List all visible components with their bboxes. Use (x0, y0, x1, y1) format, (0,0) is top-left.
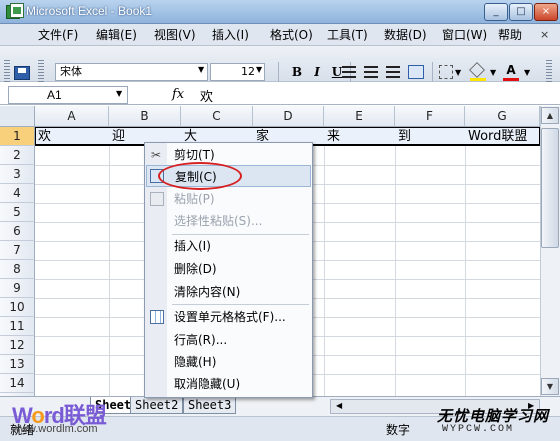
vertical-scroll-thumb[interactable] (541, 128, 559, 248)
save-icon[interactable] (14, 66, 30, 80)
sheet-tab-sheet2[interactable]: Sheet2 (130, 397, 184, 414)
cell-e1[interactable]: 来 (325, 128, 340, 146)
row-header[interactable]: 4 (0, 184, 35, 203)
menu-view[interactable]: 视图(V) (152, 26, 198, 44)
align-center-icon[interactable] (364, 66, 378, 78)
menu-item-paste: 粘贴(P) (174, 192, 215, 206)
chevron-down-icon[interactable]: ▼ (198, 65, 204, 74)
column-header-f[interactable]: F (395, 106, 465, 127)
chevron-down-icon[interactable]: ▼ (256, 65, 262, 74)
row-header[interactable]: 11 (0, 317, 35, 336)
column-header-b[interactable]: B (109, 106, 181, 127)
menu-item-clear-contents[interactable]: 清除内容(N) (146, 281, 311, 303)
borders-icon[interactable] (439, 65, 453, 79)
row-header[interactable]: 14 (0, 374, 35, 393)
column-header-c[interactable]: C (181, 106, 253, 127)
menu-item-hide[interactable]: 隐藏(H) (146, 351, 311, 373)
bold-button[interactable]: B (288, 63, 306, 81)
row-header[interactable]: 7 (0, 241, 35, 260)
highlight-ring (158, 162, 242, 190)
align-right-icon[interactable] (386, 66, 400, 78)
window-title: Microsoft Excel - Book1 (26, 4, 153, 18)
row-header[interactable]: 12 (0, 336, 35, 355)
row-header[interactable]: 2 (0, 146, 35, 165)
row-header[interactable]: 8 (0, 260, 35, 279)
scroll-left-icon[interactable]: ◀ (336, 401, 342, 410)
cell-f1[interactable]: 到 (396, 128, 411, 146)
row-header[interactable]: 6 (0, 222, 35, 241)
select-all-corner[interactable] (0, 106, 35, 127)
sheet-tab-sheet3[interactable]: Sheet3 (183, 397, 237, 414)
scroll-down-icon[interactable]: ▼ (541, 378, 559, 395)
scroll-up-icon[interactable]: ▲ (541, 107, 559, 124)
toolbar-separator (278, 62, 279, 82)
cell-a1[interactable]: 欢 (36, 128, 51, 146)
toolbar-grip-2[interactable] (38, 60, 44, 84)
status-num-lock: 数字 (386, 423, 411, 437)
menu-edit[interactable]: 编辑(E) (94, 26, 139, 44)
menu-insert[interactable]: 插入(I) (210, 26, 251, 44)
menu-item-paste-special: 选择性粘贴(S)... (174, 214, 263, 228)
column-header-a[interactable]: A (35, 106, 109, 127)
menu-help[interactable]: 帮助(H) (496, 26, 540, 44)
menu-item-insert[interactable]: 插入(I) (146, 235, 311, 257)
wypcw-watermark-url: WYPCW.COM (442, 424, 515, 435)
menu-tools[interactable]: 工具(T) (325, 26, 370, 44)
menu-item-delete[interactable]: 删除(D) (146, 258, 311, 280)
name-box[interactable]: A1 (8, 86, 128, 104)
merge-center-icon[interactable] (408, 65, 424, 79)
chevron-down-icon[interactable]: ▼ (524, 68, 530, 77)
formula-input[interactable]: 欢 (200, 86, 213, 105)
menu-item-unhide[interactable]: 取消隐藏(U) (146, 373, 311, 395)
column-header-g[interactable]: G (465, 106, 540, 127)
fill-color-swatch (470, 78, 486, 81)
menu-window[interactable]: 窗口(W) (440, 26, 489, 44)
menu-item-format-cells[interactable]: 设置单元格格式(F)... (146, 306, 311, 328)
cell-g1[interactable]: Word联盟 (466, 128, 527, 146)
row-header[interactable]: 1 (0, 127, 35, 146)
row-header[interactable]: 3 (0, 165, 35, 184)
cell-b1[interactable]: 迎 (110, 128, 125, 146)
chevron-down-icon[interactable]: ▼ (116, 89, 122, 98)
toolbar-separator (432, 62, 433, 82)
row-header[interactable]: 13 (0, 355, 35, 374)
row-header[interactable]: 9 (0, 279, 35, 298)
workbook-icon[interactable] (10, 3, 24, 18)
maximize-button[interactable]: □ (509, 3, 533, 21)
close-button[interactable]: × (534, 3, 558, 21)
row-header[interactable]: 5 (0, 203, 35, 222)
menu-data[interactable]: 数据(D) (382, 26, 429, 44)
function-icon[interactable]: fx (172, 87, 184, 102)
wordlm-watermark-url: www.wordlm.com (12, 423, 98, 435)
row-header[interactable]: 10 (0, 298, 35, 317)
wypcw-watermark: 无忧电脑学习网 (437, 407, 550, 425)
menu-item-row-height[interactable]: 行高(R)... (146, 329, 311, 351)
italic-button[interactable]: I (308, 63, 326, 81)
font-name-select[interactable]: 宋体 (55, 63, 208, 81)
toolbar-grip[interactable] (4, 60, 10, 84)
minimize-button[interactable]: _ (484, 3, 508, 21)
font-color-icon[interactable]: A (502, 61, 520, 79)
menu-format[interactable]: 格式(O) (268, 26, 315, 44)
chevron-down-icon[interactable]: ▼ (455, 68, 461, 77)
column-header-d[interactable]: D (253, 106, 324, 127)
toolbar-options-grip[interactable] (546, 60, 552, 84)
chevron-down-icon[interactable]: ▼ (490, 68, 496, 77)
align-left-icon[interactable] (342, 66, 356, 78)
doc-close-button[interactable]: × (540, 28, 549, 41)
column-header-e[interactable]: E (324, 106, 395, 127)
font-color-swatch (503, 78, 519, 81)
menu-file[interactable]: 文件(F) (36, 26, 80, 44)
menu-separator (172, 304, 309, 305)
menu-item-cut[interactable]: 剪切(T) (146, 144, 311, 166)
